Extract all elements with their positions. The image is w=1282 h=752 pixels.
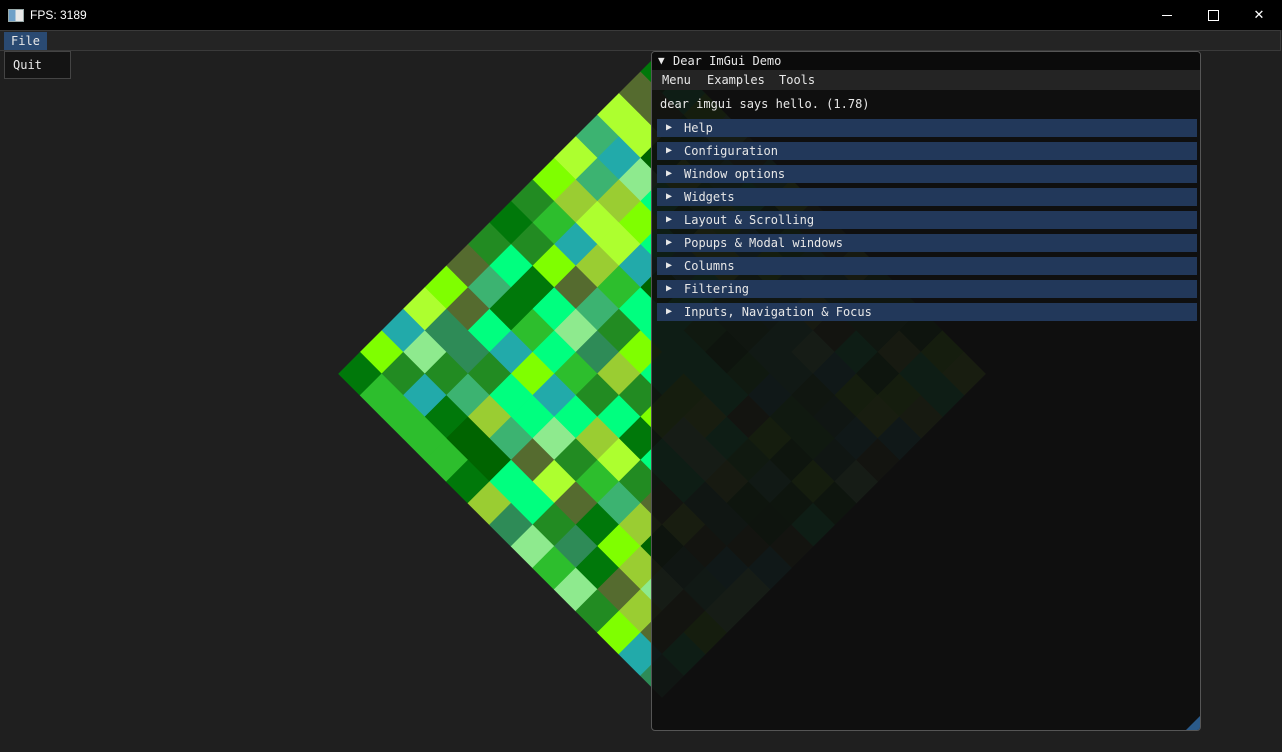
header-label: Layout & Scrolling (684, 213, 815, 227)
imgui-demo-window: ▼ Dear ImGui Demo Menu Examples Tools de… (651, 51, 1201, 731)
minimize-button[interactable] (1144, 0, 1190, 30)
header-configuration[interactable]: ▶ Configuration (657, 142, 1197, 160)
maximize-button[interactable] (1190, 0, 1236, 30)
collapse-arrow-icon[interactable]: ▼ (658, 52, 665, 70)
expand-arrow-icon: ▶ (666, 122, 673, 133)
header-help[interactable]: ▶ Help (657, 119, 1197, 137)
header-label: Inputs, Navigation & Focus (684, 305, 872, 319)
window-title: FPS: 3189 (30, 8, 87, 22)
minimize-icon (1162, 15, 1172, 17)
expand-arrow-icon: ▶ (666, 191, 673, 202)
menu-tools[interactable]: Tools (779, 70, 815, 90)
menu-menu[interactable]: Menu (662, 70, 691, 90)
header-filtering[interactable]: ▶ Filtering (657, 280, 1197, 298)
menu-examples[interactable]: Examples (707, 70, 765, 90)
header-layout-scrolling[interactable]: ▶ Layout & Scrolling (657, 211, 1197, 229)
expand-arrow-icon: ▶ (666, 168, 673, 179)
header-columns[interactable]: ▶ Columns (657, 257, 1197, 275)
header-widgets[interactable]: ▶ Widgets (657, 188, 1197, 206)
demo-menu-bar: Menu Examples Tools (652, 70, 1200, 90)
resize-grip[interactable] (1186, 716, 1200, 730)
os-title-bar: FPS: 3189 ✕ (0, 0, 1282, 30)
header-label: Configuration (684, 144, 778, 158)
file-menu[interactable]: File (4, 32, 47, 50)
header-popups-modal-windows[interactable]: ▶ Popups & Modal windows (657, 234, 1197, 252)
main-menu-bar: File (0, 30, 1281, 51)
header-label: Window options (684, 167, 786, 181)
file-menu-popup: Quit (4, 51, 71, 79)
header-label: Widgets (684, 190, 735, 204)
expand-arrow-icon: ▶ (666, 260, 673, 271)
close-icon: ✕ (1253, 7, 1265, 22)
header-window-options[interactable]: ▶ Window options (657, 165, 1197, 183)
header-label: Popups & Modal windows (684, 236, 843, 250)
header-label: Filtering (684, 282, 750, 296)
header-label: Columns (684, 259, 735, 273)
expand-arrow-icon: ▶ (666, 283, 673, 294)
header-label: Help (684, 121, 713, 135)
quit-menu-item[interactable]: Quit (13, 58, 42, 72)
maximize-icon (1207, 10, 1219, 22)
close-button[interactable]: ✕ (1236, 0, 1282, 30)
expand-arrow-icon: ▶ (666, 237, 673, 248)
expand-arrow-icon: ▶ (666, 306, 673, 317)
demo-title-bar[interactable]: ▼ Dear ImGui Demo (652, 52, 1200, 70)
expand-arrow-icon: ▶ (666, 214, 673, 225)
expand-arrow-icon: ▶ (666, 145, 673, 156)
app-icon (8, 9, 24, 22)
demo-title: Dear ImGui Demo (673, 54, 782, 68)
hello-text: dear imgui says hello. (1.78) (660, 97, 870, 111)
header-inputs-navigation-focus[interactable]: ▶ Inputs, Navigation & Focus (657, 303, 1197, 321)
